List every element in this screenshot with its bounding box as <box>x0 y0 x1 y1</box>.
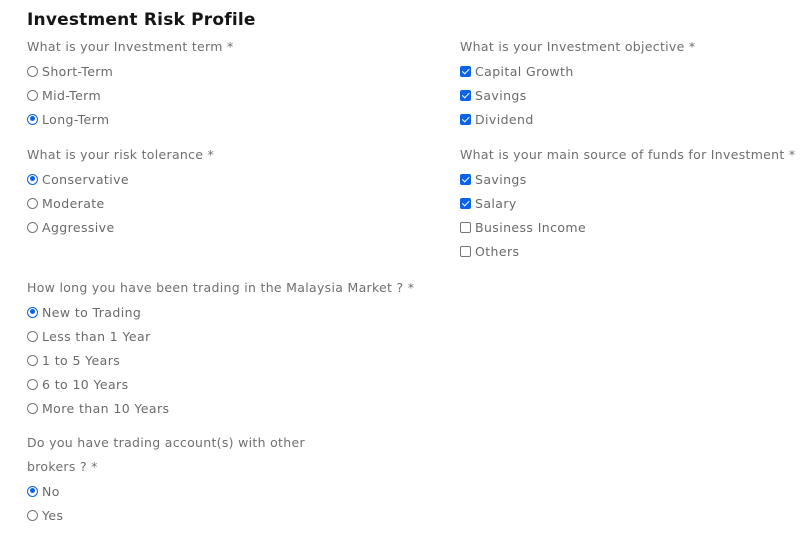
option-label: Conservative <box>42 171 129 187</box>
radio-icon[interactable] <box>27 221 38 233</box>
option-label: Aggressive <box>42 219 115 235</box>
source-of-funds-question: What is your main source of funds for In… <box>460 147 796 162</box>
radio-icon[interactable] <box>27 509 38 521</box>
option-label: Savings <box>475 87 527 103</box>
checkbox-others[interactable]: Others <box>460 239 795 263</box>
option-label: Short-Term <box>42 63 114 79</box>
radio-new-to-trading[interactable]: New to Trading <box>27 300 414 324</box>
radio-icon[interactable] <box>27 354 38 366</box>
radio-short-term[interactable]: Short-Term <box>27 59 234 83</box>
radio-icon[interactable] <box>27 485 38 497</box>
checkbox-icon[interactable] <box>460 221 471 233</box>
option-label: Salary <box>475 195 517 211</box>
checkbox-icon[interactable] <box>460 65 471 77</box>
checkbox-business-income[interactable]: Business Income <box>460 215 795 239</box>
radio-aggressive[interactable]: Aggressive <box>27 215 214 239</box>
option-label: New to Trading <box>42 304 142 320</box>
radio-icon[interactable] <box>27 378 38 390</box>
checkbox-savings-objective[interactable]: Savings <box>460 83 695 107</box>
other-brokers-question-line2: brokers ? * <box>27 459 98 474</box>
radio-more-than-10-years[interactable]: More than 10 Years <box>27 396 414 420</box>
checkbox-icon[interactable] <box>460 173 471 185</box>
radio-icon[interactable] <box>27 113 38 125</box>
investment-term-group: What is your Investment term * Short-Ter… <box>27 35 234 131</box>
checkbox-icon[interactable] <box>460 89 471 101</box>
option-label: Savings <box>475 171 527 187</box>
option-label: Mid-Term <box>42 87 102 103</box>
risk-tolerance-question: What is your risk tolerance * <box>27 147 215 162</box>
checkbox-icon[interactable] <box>460 197 471 209</box>
option-label: Less than 1 Year <box>42 328 151 344</box>
radio-mid-term[interactable]: Mid-Term <box>27 83 234 107</box>
option-label: More than 10 Years <box>42 400 170 416</box>
investment-objective-group: What is your Investment objective * Capi… <box>460 35 695 131</box>
option-label: Dividend <box>475 111 534 127</box>
radio-icon[interactable] <box>27 197 38 209</box>
checkbox-dividend[interactable]: Dividend <box>460 107 695 131</box>
radio-icon[interactable] <box>27 330 38 342</box>
radio-icon[interactable] <box>27 173 38 185</box>
checkbox-capital-growth[interactable]: Capital Growth <box>460 59 695 83</box>
option-label: Moderate <box>42 195 105 211</box>
page-title: Investment Risk Profile <box>27 10 256 30</box>
radio-long-term[interactable]: Long-Term <box>27 107 234 131</box>
radio-1-to-5-years[interactable]: 1 to 5 Years <box>27 348 414 372</box>
trading-experience-question: How long you have been trading in the Ma… <box>27 280 415 295</box>
option-label: Capital Growth <box>475 63 574 79</box>
radio-no[interactable]: No <box>27 479 305 503</box>
option-label: Yes <box>42 507 64 523</box>
radio-less-than-1-year[interactable]: Less than 1 Year <box>27 324 414 348</box>
option-label: Long-Term <box>42 111 110 127</box>
radio-icon[interactable] <box>27 65 38 77</box>
radio-icon[interactable] <box>27 402 38 414</box>
radio-6-to-10-years[interactable]: 6 to 10 Years <box>27 372 414 396</box>
investment-term-question: What is your Investment term * <box>27 39 234 54</box>
source-of-funds-group: What is your main source of funds for In… <box>460 143 795 263</box>
option-label: 1 to 5 Years <box>42 352 121 368</box>
radio-conservative[interactable]: Conservative <box>27 167 214 191</box>
option-label: Business Income <box>475 219 587 235</box>
checkbox-icon[interactable] <box>460 245 471 257</box>
checkbox-icon[interactable] <box>460 113 471 125</box>
radio-yes[interactable]: Yes <box>27 503 305 527</box>
trading-experience-group: How long you have been trading in the Ma… <box>27 276 414 420</box>
checkbox-savings-funds[interactable]: Savings <box>460 167 795 191</box>
option-label: No <box>42 483 60 499</box>
radio-icon[interactable] <box>27 306 38 318</box>
radio-icon[interactable] <box>27 89 38 101</box>
checkbox-salary[interactable]: Salary <box>460 191 795 215</box>
option-label: Others <box>475 243 520 259</box>
radio-moderate[interactable]: Moderate <box>27 191 214 215</box>
other-brokers-question-line1: Do you have trading account(s) with othe… <box>27 435 305 450</box>
other-brokers-group: Do you have trading account(s) with othe… <box>27 431 305 527</box>
investment-objective-question: What is your Investment objective * <box>460 39 696 54</box>
risk-tolerance-group: What is your risk tolerance * Conservati… <box>27 143 214 239</box>
option-label: 6 to 10 Years <box>42 376 129 392</box>
